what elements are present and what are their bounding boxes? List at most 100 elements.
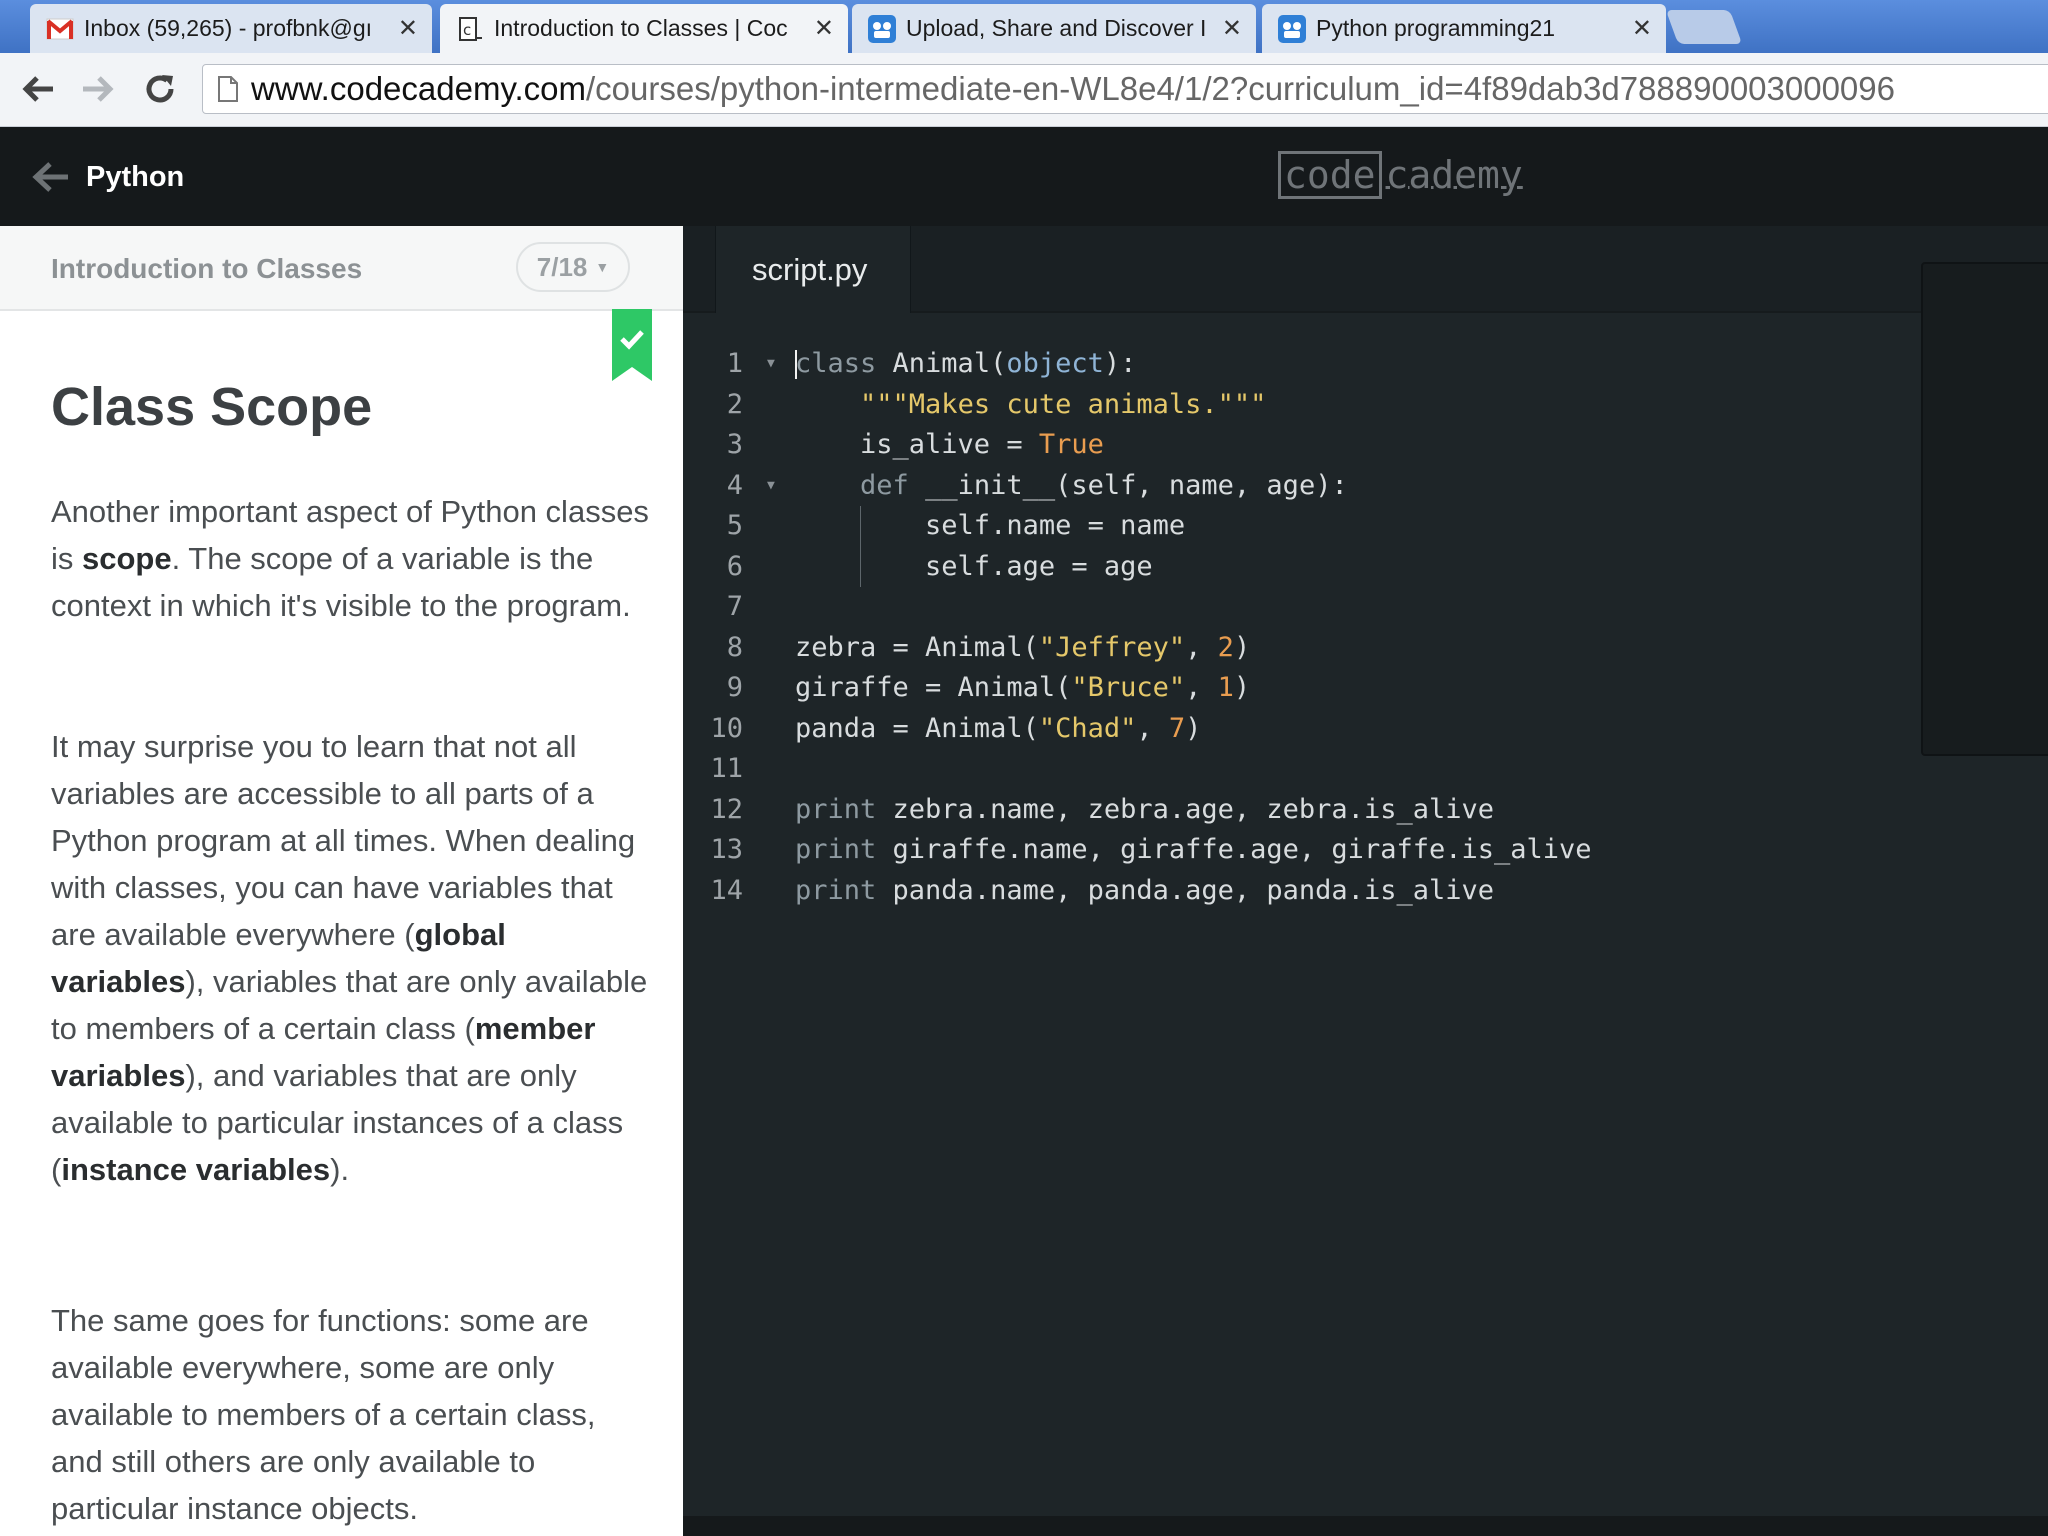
line-number: 3: [726, 429, 743, 460]
url-path: /courses/python-intermediate-en-WL8e4/1/…: [586, 70, 1895, 107]
file-tab-bar: script.py: [683, 226, 2048, 313]
line-number: 13: [710, 834, 743, 865]
line-number: 11: [710, 753, 743, 784]
logo-code: code: [1278, 151, 1382, 199]
svg-text:c: c: [463, 21, 471, 39]
bold-term: instance variables: [61, 1152, 331, 1187]
app-icon: [868, 14, 896, 43]
code-line[interactable]: 11: [683, 749, 1913, 790]
browser-tab-upload[interactable]: Upload, Share and Discover I ✕: [852, 4, 1256, 53]
code-text: print zebra.name, zebra.age, zebra.is_al…: [795, 793, 1494, 825]
codecademy-logo[interactable]: code cademy: [1278, 151, 1523, 199]
code-line[interactable]: 1 ▼ class Animal(object):: [683, 344, 1913, 385]
line-number: 12: [710, 793, 743, 825]
app-header: Python code cademy: [0, 127, 2048, 226]
code-text: zebra = Animal("Jeffrey", 2): [795, 631, 1251, 663]
output-panel: [1921, 262, 2048, 756]
new-tab-button[interactable]: [1665, 10, 1743, 44]
line-number: 4: [726, 469, 743, 501]
app-icon: [1278, 14, 1306, 43]
code-line[interactable]: 8 zebra = Animal("Jeffrey", 2): [683, 628, 1913, 669]
line-number: 7: [726, 591, 743, 622]
url-domain: www.codecademy.com: [251, 70, 587, 107]
code-text: is_alive = True: [795, 429, 1104, 460]
back-to-course-icon[interactable]: [30, 159, 70, 200]
forward-button[interactable]: [78, 69, 118, 109]
browser-tab-python[interactable]: Python programming21 ✕: [1262, 4, 1666, 53]
forward-arrow-icon: [83, 76, 114, 102]
line-number: 1: [726, 348, 743, 379]
line-number: 14: [710, 874, 743, 906]
code-text: panda = Animal("Chad", 7): [795, 712, 1202, 744]
instructions-panel: Introduction to Classes 7/18 ▼ Class Sco…: [0, 226, 683, 1536]
code-text: giraffe = Animal("Bruce", 1): [795, 672, 1251, 703]
caret-down-icon: ▼: [595, 259, 610, 275]
browser-tab-codecademy[interactable]: c Introduction to Classes | Coc ✕: [440, 4, 848, 53]
close-tab-icon[interactable]: ✕: [1222, 14, 1242, 43]
bold-term: scope: [82, 541, 172, 576]
line-number: 8: [726, 631, 743, 663]
back-button[interactable]: [18, 69, 58, 109]
line-number: 6: [726, 550, 743, 582]
browser-toolbar: www.codecademy.com/courses/python-interm…: [0, 53, 2048, 127]
line-number: 10: [710, 712, 743, 744]
code-text: print panda.name, panda.age, panda.is_al…: [795, 874, 1494, 906]
code-line[interactable]: 14 print panda.name, panda.age, panda.is_…: [683, 871, 1913, 912]
code-text: class Animal(object):: [795, 348, 1137, 379]
close-tab-icon[interactable]: ✕: [1632, 14, 1652, 43]
code-line[interactable]: 6 self.age = age: [683, 546, 1913, 587]
code-line[interactable]: 2 """Makes cute animals.""": [683, 385, 1913, 426]
lesson-name: Introduction to Classes: [51, 253, 363, 284]
code-line[interactable]: 3 is_alive = True: [683, 425, 1913, 466]
completed-bookmark-icon: [612, 309, 652, 381]
lesson-bar: Introduction to Classes 7/18 ▼: [0, 226, 683, 311]
code-area[interactable]: 1 ▼ class Animal(object): 2 """Makes cute a…: [683, 344, 1913, 911]
tab-title: Introduction to Classes | Coc: [494, 15, 788, 41]
code-line[interactable]: 12 print zebra.name, zebra.age, zebra.is_…: [683, 790, 1913, 831]
browser-tab-strip: Inbox (59,265) - profbnk@gı ✕ c Introduc…: [0, 0, 2048, 53]
text: It may surprise you to learn that not al…: [51, 729, 636, 952]
fold-arrow-icon[interactable]: ▼: [767, 466, 775, 507]
code-line[interactable]: 10 panda = Animal("Chad", 7): [683, 709, 1913, 750]
tab-title: Upload, Share and Discover I: [906, 15, 1207, 41]
code-text: self.name = name: [795, 510, 1186, 541]
code-text: def __init__(self, name, age):: [860, 469, 1348, 501]
tab-title: Inbox (59,265) - profbnk@gı: [84, 15, 373, 41]
close-tab-icon[interactable]: ✕: [398, 14, 418, 43]
line-number: 5: [726, 510, 743, 541]
close-tab-icon[interactable]: ✕: [814, 14, 834, 43]
code-line[interactable]: 5 self.name = name: [683, 506, 1913, 547]
code-editor: script.py 1 ▼ class Animal(object): 2 """Ma…: [683, 226, 2048, 1536]
file-tab-script[interactable]: script.py: [715, 226, 911, 313]
tab-title: Python programming21: [1316, 15, 1556, 41]
progress-label: 7/18: [536, 251, 588, 282]
reload-icon: [146, 75, 174, 103]
reload-button[interactable]: [140, 69, 180, 109]
exercise-heading: Class Scope: [51, 377, 373, 437]
page-icon: [217, 75, 239, 103]
code-text: """Makes cute animals.""": [860, 388, 1267, 420]
address-bar[interactable]: www.codecademy.com/courses/python-interm…: [202, 64, 2048, 114]
paragraph-1: Another important aspect of Python class…: [51, 488, 651, 629]
editor-footer: [683, 1516, 2048, 1536]
text-cursor: [795, 350, 797, 379]
code-text: self.age = age: [795, 550, 1153, 582]
codecademy-icon: c: [456, 15, 484, 43]
gmail-icon: [46, 15, 74, 43]
back-arrow-icon: [22, 76, 53, 102]
text: ).: [330, 1152, 350, 1187]
progress-dropdown[interactable]: 7/18 ▼: [516, 242, 630, 292]
code-line[interactable]: 13 print giraffe.name, giraffe.age, giraf…: [683, 830, 1913, 871]
fold-arrow-icon[interactable]: ▼: [767, 344, 775, 385]
code-text: print giraffe.name, giraffe.age, giraffe…: [795, 834, 1592, 865]
line-number: 9: [726, 672, 743, 703]
code-line[interactable]: 7: [683, 587, 1913, 628]
code-line[interactable]: 4 ▼ def __init__(self, name, age):: [683, 466, 1913, 507]
line-number: 2: [726, 388, 743, 420]
paragraph-2: It may surprise you to learn that not al…: [51, 723, 651, 1193]
paragraph-3: The same goes for functions: some are av…: [51, 1303, 596, 1526]
code-line[interactable]: 9 giraffe = Animal("Bruce", 1): [683, 668, 1913, 709]
course-title[interactable]: Python: [86, 161, 184, 194]
browser-tab-gmail[interactable]: Inbox (59,265) - profbnk@gı ✕: [30, 4, 432, 53]
logo-cademy: cademy: [1385, 153, 1523, 197]
